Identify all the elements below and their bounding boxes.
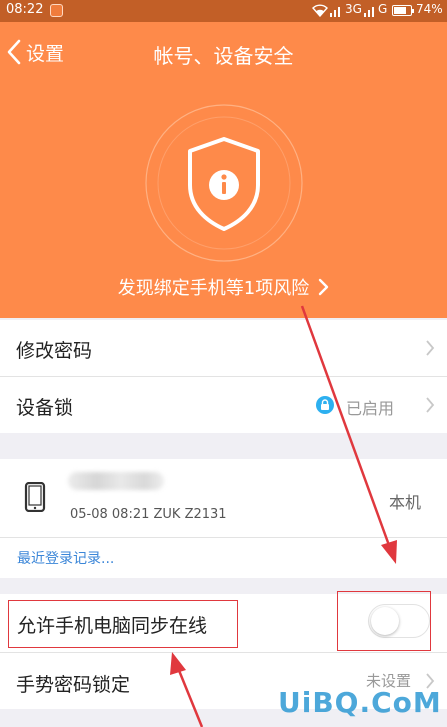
change-password-row[interactable]: 修改密码 <box>0 320 447 376</box>
battery-icon <box>392 5 414 16</box>
shield-icon <box>145 104 303 262</box>
device-name-blurred <box>68 472 164 490</box>
status-time: 08:22 <box>6 2 44 17</box>
device-entry[interactable] <box>0 459 447 537</box>
page-title: 帐号、设备安全 <box>153 44 294 68</box>
battery-percent: 74% <box>416 2 443 16</box>
device-login-info: 05-08 08:21 ZUK Z2131 <box>70 507 227 522</box>
gesture-lock-label: 手势密码锁定 <box>16 674 131 696</box>
phone-icon <box>24 482 46 512</box>
toggle-knob <box>371 607 399 635</box>
chevron-right-icon <box>319 278 329 296</box>
risk-warning-link[interactable]: 发现绑定手机等1项风险 <box>0 274 447 300</box>
device-lock-label: 设备锁 <box>16 397 74 419</box>
sync-online-toggle[interactable] <box>368 604 430 638</box>
sync-online-label: 允许手机电脑同步在线 <box>17 615 208 637</box>
change-password-label: 修改密码 <box>16 340 93 362</box>
signal-bars-icon-2 <box>364 7 374 17</box>
battery-fill <box>394 7 406 14</box>
chevron-right-icon <box>426 397 435 413</box>
wifi-icon <box>312 4 328 17</box>
network-type-g: G <box>378 2 388 16</box>
network-type-3g: 3G <box>345 2 362 16</box>
signal-bars-icon <box>330 7 340 17</box>
chevron-right-icon <box>426 340 435 356</box>
this-device-label: 本机 <box>389 493 422 512</box>
security-shield-graphic <box>144 103 304 263</box>
site-watermark: UiBQ.CoM <box>278 686 442 719</box>
status-bar: 08:22 3G G 74% <box>0 0 447 22</box>
risk-warning-text: 发现绑定手机等1项风险 <box>117 278 310 299</box>
recent-login-link[interactable]: 最近登录记录... <box>17 548 114 568</box>
notification-app-icon <box>50 4 63 17</box>
lock-icon <box>316 396 334 414</box>
device-lock-status: 已启用 <box>346 399 395 418</box>
